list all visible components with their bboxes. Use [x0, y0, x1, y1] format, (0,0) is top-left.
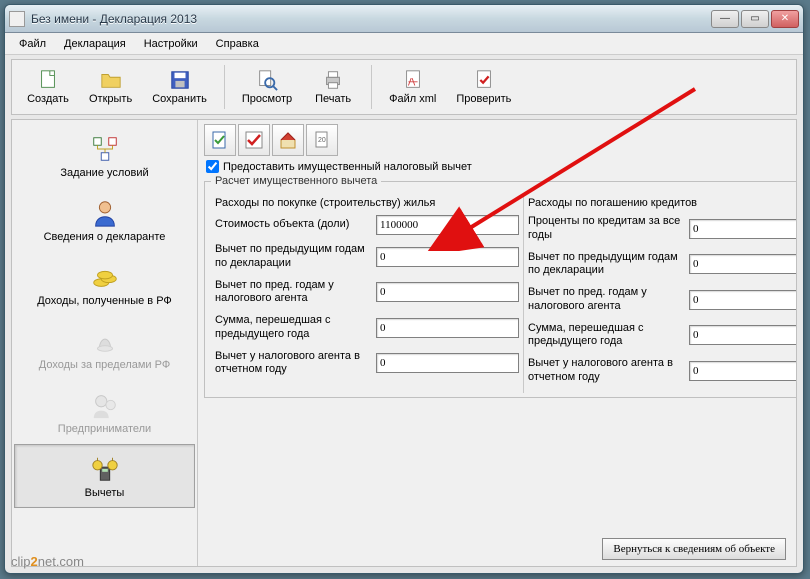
input-credit-prev-decl[interactable]: [689, 254, 796, 274]
input-agent-current-year[interactable]: [376, 353, 519, 373]
input-credit-interest[interactable]: [689, 219, 796, 239]
input-credit-carryover[interactable]: [689, 325, 796, 345]
menu-help[interactable]: Справка: [210, 36, 265, 52]
app-window: Без имени - Декларация 2013 — ▭ ✕ Файл Д…: [4, 4, 804, 574]
toolbar-print-button[interactable]: Печать: [303, 62, 363, 112]
window-title: Без имени - Декларация 2013: [31, 12, 711, 26]
column-credit: Расходы по погашению кредитов Проценты п…: [523, 193, 796, 393]
watermark: clip2net.com: [11, 554, 84, 569]
toolbar-separator: [371, 65, 372, 109]
field-credit-prev-agent: Вычет по пред. годам у налогового агента: [528, 286, 796, 314]
input-object-cost[interactable]: [376, 215, 519, 235]
house-icon: [278, 130, 298, 150]
toolbar-preview-button[interactable]: Просмотр: [233, 62, 301, 112]
titlebar: Без имени - Декларация 2013 — ▭ ✕: [5, 5, 803, 33]
field-credit-carryover: Сумма, перешедшая с предыдущего года: [528, 322, 796, 350]
input-carryover-sum[interactable]: [376, 318, 519, 338]
deductions-icon: [90, 454, 120, 484]
content-panel: 20 Предоставить имущественный налоговый …: [198, 120, 796, 566]
sidebar-item-deductions[interactable]: Вычеты: [14, 444, 195, 508]
document-check-icon: [210, 130, 230, 150]
deduction-type-standard-button[interactable]: [204, 124, 236, 156]
document-small-icon: 20: [312, 130, 332, 150]
checkbox-red-icon: [244, 130, 264, 150]
check-icon: [472, 69, 496, 91]
field-credit-agent-current: Вычет у налогового агента в отчетном год…: [528, 357, 796, 385]
column-credit-title: Расходы по погашению кредитов: [528, 197, 796, 209]
conditions-icon: [90, 134, 120, 164]
toolbar-separator: [224, 65, 225, 109]
calculation-group: Расчет имущественного вычета Расходы по …: [204, 175, 796, 398]
xml-file-icon: [401, 69, 425, 91]
deduction-type-securities-button[interactable]: 20: [306, 124, 338, 156]
column-purchase: Расходы по покупке (строительству) жилья…: [211, 193, 523, 393]
save-icon: [168, 69, 192, 91]
svg-text:20: 20: [318, 137, 326, 144]
menubar: Файл Декларация Настройки Справка: [5, 33, 803, 55]
column-purchase-title: Расходы по покупке (строительству) жилья: [215, 197, 519, 209]
field-agent-current-year: Вычет у налогового агента в отчетном год…: [215, 350, 519, 378]
toolbar-save-button[interactable]: Сохранить: [143, 62, 216, 112]
sidebar-item-income-abroad[interactable]: Доходы за пределами РФ: [14, 316, 195, 380]
close-button[interactable]: ✕: [771, 10, 799, 28]
income-abroad-icon: [90, 326, 120, 356]
field-credit-interest: Проценты по кредитам за все годы: [528, 215, 796, 243]
columns: Расходы по покупке (строительству) жилья…: [211, 193, 796, 393]
field-prev-agent-deduction: Вычет по пред. годам у налогового агента: [215, 279, 519, 307]
sidebar-item-conditions[interactable]: Задание условий: [14, 124, 195, 188]
sidebar-item-entrepreneur[interactable]: Предприниматели: [14, 380, 195, 444]
menu-settings[interactable]: Настройки: [138, 36, 204, 52]
toolbar-create-button[interactable]: Создать: [18, 62, 78, 112]
print-icon: [321, 69, 345, 91]
grant-deduction-checkbox[interactable]: [206, 160, 219, 173]
calculation-group-title: Расчет имущественного вычета: [211, 175, 381, 187]
main-body: Задание условий Сведения о декларанте До…: [11, 119, 797, 567]
income-ru-icon: [90, 262, 120, 292]
input-credit-prev-agent[interactable]: [689, 290, 796, 310]
grant-deduction-label: Предоставить имущественный налоговый выч…: [223, 161, 472, 173]
declarant-icon: [90, 198, 120, 228]
sidebar-item-income-ru[interactable]: Доходы, полученные в РФ: [14, 252, 195, 316]
deduction-type-toolbar: 20: [204, 124, 790, 156]
main-toolbar: Создать Открыть Сохранить Просмотр Печат…: [11, 59, 797, 115]
deduction-type-social-button[interactable]: [238, 124, 270, 156]
new-document-icon: [36, 69, 60, 91]
preview-icon: [255, 69, 279, 91]
sidebar: Задание условий Сведения о декларанте До…: [12, 120, 198, 566]
input-prev-agent-deduction[interactable]: [376, 282, 519, 302]
field-credit-prev-decl: Вычет по предыдущим годам по декларации: [528, 251, 796, 279]
grant-deduction-row: Предоставить имущественный налоговый выч…: [206, 160, 790, 173]
folder-open-icon: [99, 69, 123, 91]
toolbar-xml-button[interactable]: Файл xml: [380, 62, 445, 112]
window-controls: — ▭ ✕: [711, 10, 799, 28]
deduction-type-property-button[interactable]: [272, 124, 304, 156]
minimize-button[interactable]: —: [711, 10, 739, 28]
menu-declaration[interactable]: Декларация: [58, 36, 132, 52]
input-credit-agent-current[interactable]: [689, 361, 796, 381]
input-prev-decl-deduction[interactable]: [376, 247, 519, 267]
field-prev-decl-deduction: Вычет по предыдущим годам по декларации: [215, 243, 519, 271]
field-object-cost: Стоимость объекта (доли): [215, 215, 519, 235]
toolbar-open-button[interactable]: Открыть: [80, 62, 141, 112]
toolbar-check-button[interactable]: Проверить: [447, 62, 520, 112]
app-icon: [9, 11, 25, 27]
field-carryover-sum: Сумма, перешедшая с предыдущего года: [215, 314, 519, 342]
entrepreneur-icon: [90, 390, 120, 420]
back-to-object-button[interactable]: Вернуться к сведениям об объекте: [602, 538, 786, 560]
sidebar-item-declarant[interactable]: Сведения о декларанте: [14, 188, 195, 252]
maximize-button[interactable]: ▭: [741, 10, 769, 28]
menu-file[interactable]: Файл: [13, 36, 52, 52]
